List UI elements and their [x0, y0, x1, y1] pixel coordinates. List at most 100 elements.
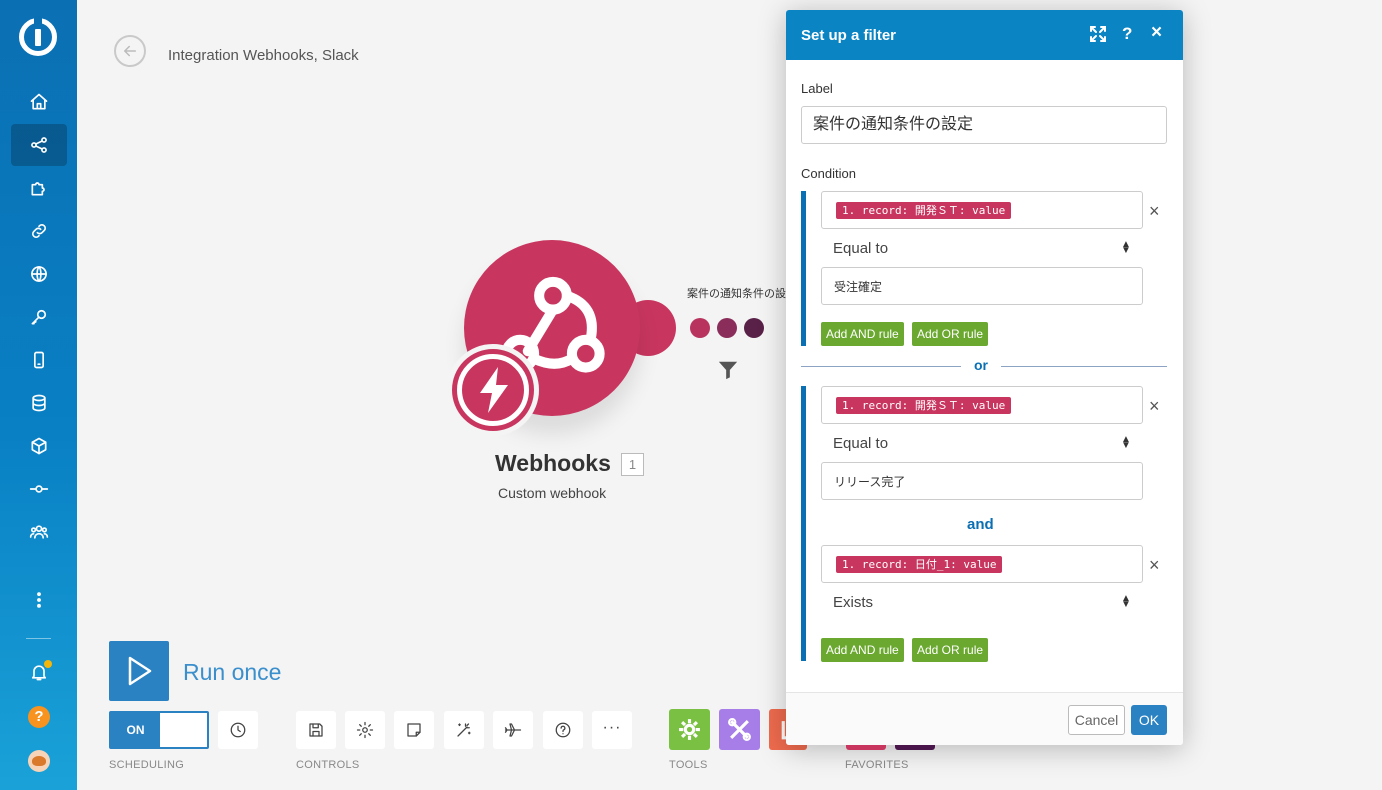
or-separator: or: [961, 357, 1001, 373]
label-input[interactable]: 案件の通知条件の設定: [801, 106, 1167, 144]
settings-button[interactable]: [345, 711, 385, 749]
mapped-variable-pill[interactable]: 1. record: 日付_1: value: [836, 556, 1003, 573]
save-button[interactable]: [296, 711, 336, 749]
instant-trigger-badge: [447, 344, 539, 436]
favorites-group-label: FAVORITES: [845, 759, 909, 771]
notification-dot: [44, 660, 52, 668]
devices-icon[interactable]: [11, 339, 67, 381]
data-structures-cube-icon[interactable]: [11, 425, 67, 467]
magic-wand-icon: [457, 723, 471, 737]
condition-group-bar: [801, 386, 806, 661]
and-separator: and: [967, 516, 994, 533]
auto-align-button[interactable]: [444, 711, 484, 749]
sidebar: ?: [0, 0, 77, 790]
select-arrows-icon[interactable]: ▲ ▼: [1121, 594, 1131, 610]
select-arrows-icon[interactable]: ▲ ▼: [1121, 435, 1131, 451]
route-dot: [744, 318, 764, 338]
tools-flow-control-button[interactable]: [669, 709, 710, 750]
filter-dialog: Set up a filter ? × Label 案件の通知条件の設定 Con…: [786, 10, 1183, 745]
condition-field-input[interactable]: 1. record: 日付_1: value: [821, 545, 1143, 583]
make-logo[interactable]: [19, 16, 57, 56]
condition-value-input[interactable]: リリース完了: [821, 462, 1143, 500]
home-icon[interactable]: [11, 81, 67, 123]
schedule-clock-button[interactable]: [218, 711, 258, 749]
dialog-help-icon[interactable]: ?: [1122, 24, 1132, 44]
favorite-webhooks-button[interactable]: [846, 745, 886, 750]
clock-icon: [230, 722, 246, 738]
notifications-bell-icon[interactable]: [11, 651, 67, 693]
avatar-icon[interactable]: [11, 740, 67, 782]
dialog-close-icon[interactable]: ×: [1151, 22, 1162, 44]
help-icon[interactable]: ?: [11, 696, 67, 738]
controls-group-label: CONTROLS: [296, 759, 360, 771]
gear-icon: [356, 721, 374, 739]
scenarios-icon[interactable]: [11, 124, 67, 166]
expand-icon[interactable]: [1089, 25, 1107, 43]
route-dot: [717, 318, 737, 338]
run-once-button[interactable]: [109, 641, 169, 701]
dialog-header: Set up a filter ? ×: [786, 10, 1183, 60]
condition-value-text: 受注確定: [834, 280, 883, 294]
module-number: 1: [621, 453, 644, 476]
add-and-rule-button[interactable]: Add AND rule: [821, 638, 904, 662]
question-icon: [555, 722, 571, 738]
apps-puzzle-icon[interactable]: [11, 167, 67, 209]
explain-flow-button[interactable]: [493, 711, 533, 749]
condition-field-input[interactable]: 1. record: 開発ＳＴ: value: [821, 386, 1143, 424]
condition-field-input[interactable]: 1. record: 開発ＳＴ: value: [821, 191, 1143, 229]
cancel-button[interactable]: Cancel: [1068, 705, 1125, 735]
add-and-rule-button[interactable]: Add AND rule: [821, 322, 904, 346]
run-once-label[interactable]: Run once: [183, 659, 281, 686]
dialog-title: Set up a filter: [801, 27, 897, 44]
scheduling-toggle[interactable]: ON: [109, 711, 209, 749]
remove-rule-icon[interactable]: ×: [1149, 555, 1160, 576]
label-caption: Label: [801, 81, 833, 96]
route-dot: [690, 318, 710, 338]
module-subtitle: Custom webhook: [498, 485, 607, 501]
add-or-rule-button[interactable]: Add OR rule: [912, 322, 989, 346]
remove-rule-icon[interactable]: ×: [1149, 201, 1160, 222]
custom-apps-icon[interactable]: [11, 468, 67, 510]
toggle-on-label: ON: [111, 713, 160, 747]
keys-icon[interactable]: [11, 296, 67, 338]
favorite-slack-button[interactable]: [895, 745, 935, 750]
more-icon[interactable]: [11, 579, 67, 621]
operator-select[interactable]: Exists: [833, 594, 873, 611]
mapped-variable-pill[interactable]: 1. record: 開発ＳＴ: value: [836, 202, 1012, 219]
dialog-footer: Cancel OK: [786, 692, 1183, 745]
airplane-icon: [504, 723, 522, 737]
datastores-icon[interactable]: [11, 382, 67, 424]
play-icon: [128, 656, 152, 686]
help-button[interactable]: [543, 711, 583, 749]
module-title: Webhooks: [495, 450, 611, 476]
more-controls-button[interactable]: ···: [592, 711, 632, 749]
sidebar-divider: [26, 638, 51, 639]
ok-button[interactable]: OK: [1131, 705, 1167, 735]
breadcrumb: Integration Webhooks, Slack: [168, 47, 359, 64]
filter-icon[interactable]: [717, 359, 739, 381]
add-or-rule-button[interactable]: Add OR rule: [912, 638, 989, 662]
avatar: [28, 750, 50, 772]
scheduling-group-label: SCHEDULING: [109, 759, 185, 771]
condition-value-input[interactable]: 受注確定: [821, 267, 1143, 305]
condition-caption: Condition: [801, 166, 856, 181]
gear-tool-icon: [679, 719, 700, 740]
operator-select[interactable]: Equal to: [833, 240, 888, 257]
ellipsis-icon: ···: [602, 719, 622, 736]
save-icon: [309, 723, 323, 737]
tools-button[interactable]: [719, 709, 760, 750]
condition-value-text: リリース完了: [834, 475, 906, 489]
tools-group-label: TOOLS: [669, 759, 708, 771]
mapped-variable-pill[interactable]: 1. record: 開発ＳＴ: value: [836, 397, 1012, 414]
webhooks-globe-icon[interactable]: [11, 253, 67, 295]
note-icon: [407, 723, 421, 737]
notes-button[interactable]: [394, 711, 434, 749]
connections-link-icon[interactable]: [11, 210, 67, 252]
arrow-left-icon: [124, 45, 136, 57]
select-arrows-icon[interactable]: ▲ ▼: [1121, 240, 1131, 256]
condition-group-bar: [801, 191, 806, 346]
back-button[interactable]: [114, 35, 146, 67]
remove-rule-icon[interactable]: ×: [1149, 396, 1160, 417]
operator-select[interactable]: Equal to: [833, 435, 888, 452]
team-icon[interactable]: [11, 511, 67, 553]
